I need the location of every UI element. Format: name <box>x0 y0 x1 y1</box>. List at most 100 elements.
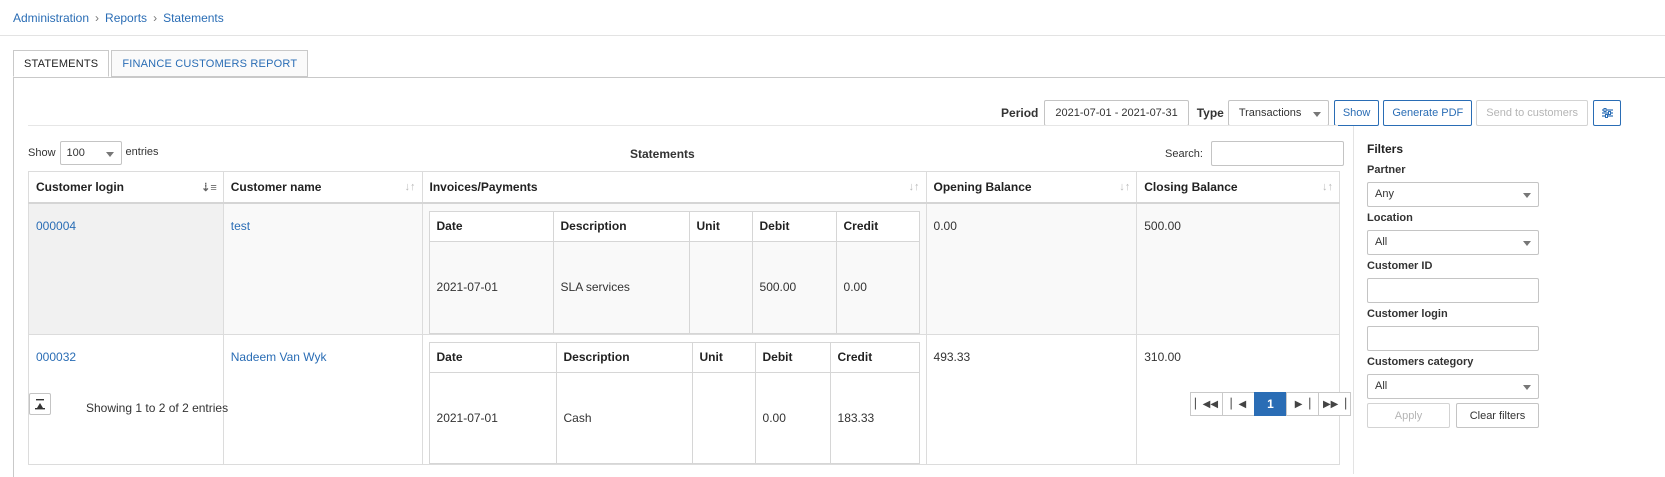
customer-name-link[interactable]: Nadeem Van Wyk <box>231 350 327 364</box>
entries-select-value: 100 <box>66 147 85 159</box>
column-header-opening-balance[interactable]: Opening Balance ↓↑ <box>925 171 1138 204</box>
transaction-date: 2021-07-01 <box>428 371 557 464</box>
table-row: 000032 Nadeem Van Wyk Date Description U… <box>28 333 1340 465</box>
customer-name-link[interactable]: test <box>231 219 250 233</box>
caret-down-icon <box>105 152 114 157</box>
customer-login-link[interactable]: 000032 <box>36 350 76 364</box>
invoices-payments-cell: Date Description Unit Debit Credit 2021-… <box>421 202 927 335</box>
next-page-icon: ▶▕ <box>1294 398 1311 410</box>
sort-icon: ↓↑ <box>404 181 416 193</box>
clear-filters-button[interactable]: Clear filters <box>1456 403 1539 428</box>
transactions-table: Date Description Unit Debit Credit 2021-… <box>428 341 920 464</box>
opening-balance-cell: 493.33 <box>925 333 1138 465</box>
statements-table: Customer login ⇣≡ Customer name ↓↑ Invoi… <box>28 171 1340 465</box>
period-input[interactable]: 2021-07-01 - 2021-07-31 <box>1044 100 1189 126</box>
prev-page-button[interactable]: ▏◀ <box>1222 392 1255 416</box>
partner-select[interactable]: Any <box>1367 182 1539 207</box>
type-select-value: Transactions <box>1238 107 1302 119</box>
apply-filters-button[interactable]: Apply <box>1367 403 1450 428</box>
period-label: Period <box>1001 106 1039 120</box>
transactions-table: Date Description Unit Debit Credit 2021-… <box>428 210 920 334</box>
table-title: Statements <box>630 147 695 161</box>
column-header-customer-name[interactable]: Customer name ↓↑ <box>222 171 423 204</box>
sort-icon: ↓↑ <box>1119 181 1131 193</box>
sub-column-header: Description <box>555 341 693 373</box>
entries-label: entries <box>125 146 159 158</box>
page-button-current[interactable]: 1 <box>1254 392 1287 416</box>
column-header-closing-balance[interactable]: Closing Balance ↓↑ <box>1136 171 1340 204</box>
customer-login-link[interactable]: 000004 <box>36 219 76 233</box>
export-icon <box>35 399 45 410</box>
entries-select[interactable]: 100 <box>59 141 122 165</box>
show-label: Show <box>28 147 56 159</box>
column-settings-button[interactable] <box>1593 100 1621 126</box>
invoices-payments-cell: Date Description Unit Debit Credit 2021-… <box>421 333 927 465</box>
transaction-description: SLA services <box>552 240 690 334</box>
show-entries: Show 100 entries <box>28 141 159 165</box>
breadcrumb-reports[interactable]: Reports <box>105 11 147 25</box>
sub-column-header: Unit <box>688 210 753 242</box>
sliders-icon <box>1601 108 1613 118</box>
customers-category-select-value: All <box>1375 380 1388 392</box>
column-header-customer-login[interactable]: Customer login ⇣≡ <box>28 171 224 204</box>
last-page-button[interactable]: ▶▶▕ <box>1318 392 1351 416</box>
location-select[interactable]: All <box>1367 230 1539 255</box>
sort-asc-icon: ⇣≡ <box>201 182 217 194</box>
breadcrumb-administration[interactable]: Administration <box>13 11 89 25</box>
customers-category-select[interactable]: All <box>1367 374 1539 399</box>
location-select-value: All <box>1375 236 1388 248</box>
search: Search: <box>1165 141 1344 166</box>
opening-balance-cell: 0.00 <box>925 202 1138 335</box>
tab-bar: STATEMENTS FINANCE CUSTOMERS REPORT <box>13 50 310 77</box>
customer-login-cell: 000004 <box>28 202 224 335</box>
filters-panel: Filters Partner Any Location All Custome… <box>1353 126 1665 474</box>
transaction-unit <box>688 240 753 334</box>
customer-name-cell: test <box>222 202 423 335</box>
showing-entries-text: Showing 1 to 2 of 2 entries <box>86 401 229 415</box>
sort-icon: ↓↑ <box>1322 181 1333 193</box>
generate-pdf-button[interactable]: Generate PDF <box>1383 100 1473 126</box>
table-row: 000004 test Date Description Unit Debit … <box>28 202 1340 335</box>
column-header-label: Opening Balance <box>933 179 1032 194</box>
closing-balance-cell: 500.00 <box>1136 202 1340 335</box>
transaction-debit: 0.00 <box>754 371 831 464</box>
column-header-label: Customer name <box>230 179 322 194</box>
transaction-unit <box>691 371 756 464</box>
column-header-invoices-payments[interactable]: Invoices/Payments ↓↑ <box>421 171 927 204</box>
export-button[interactable] <box>29 393 51 415</box>
next-page-button[interactable]: ▶▕ <box>1286 392 1319 416</box>
transaction-date: 2021-07-01 <box>428 240 554 334</box>
transactions-header-row: Date Description Unit Debit Credit <box>428 210 920 242</box>
breadcrumb: Administration › Reports › Statements <box>13 11 224 25</box>
first-page-button[interactable]: ▏◀◀ <box>1190 392 1223 416</box>
tab-finance-customers-report[interactable]: FINANCE CUSTOMERS REPORT <box>111 50 309 77</box>
chevron-right-icon: › <box>153 11 158 25</box>
sub-column-header: Unit <box>691 341 756 373</box>
customer-login-input[interactable] <box>1367 326 1539 351</box>
last-page-icon: ▶▶▕ <box>1322 398 1347 410</box>
location-label: Location <box>1367 212 1413 224</box>
sub-column-header: Credit <box>835 210 920 242</box>
breadcrumb-statements[interactable]: Statements <box>163 11 224 25</box>
sub-column-header: Debit <box>754 341 831 373</box>
transaction-credit: 0.00 <box>835 240 920 334</box>
caret-down-icon <box>1523 241 1531 246</box>
sub-column-header: Debit <box>751 210 837 242</box>
header-divider <box>0 35 1665 36</box>
column-header-label: Customer login <box>36 179 125 194</box>
show-button[interactable]: Show <box>1333 100 1380 126</box>
customer-id-input[interactable] <box>1367 278 1539 303</box>
column-header-label: Invoices/Payments <box>429 179 538 194</box>
transaction-row: 2021-07-01 Cash 0.00 183.33 <box>428 371 920 464</box>
type-select[interactable]: Transactions <box>1227 100 1329 126</box>
customer-id-label: Customer ID <box>1367 260 1433 272</box>
search-input[interactable] <box>1210 141 1344 166</box>
type-label: Type <box>1196 106 1224 120</box>
customers-category-label: Customers category <box>1367 356 1474 368</box>
transaction-row: 2021-07-01 SLA services 500.00 0.00 <box>428 240 920 334</box>
sub-column-header: Description <box>552 210 690 242</box>
customer-login-label: Customer login <box>1367 308 1448 320</box>
tab-statements[interactable]: STATEMENTS <box>13 50 110 77</box>
sub-column-header: Date <box>428 210 554 242</box>
send-to-customers-button[interactable]: Send to customers <box>1476 100 1588 126</box>
